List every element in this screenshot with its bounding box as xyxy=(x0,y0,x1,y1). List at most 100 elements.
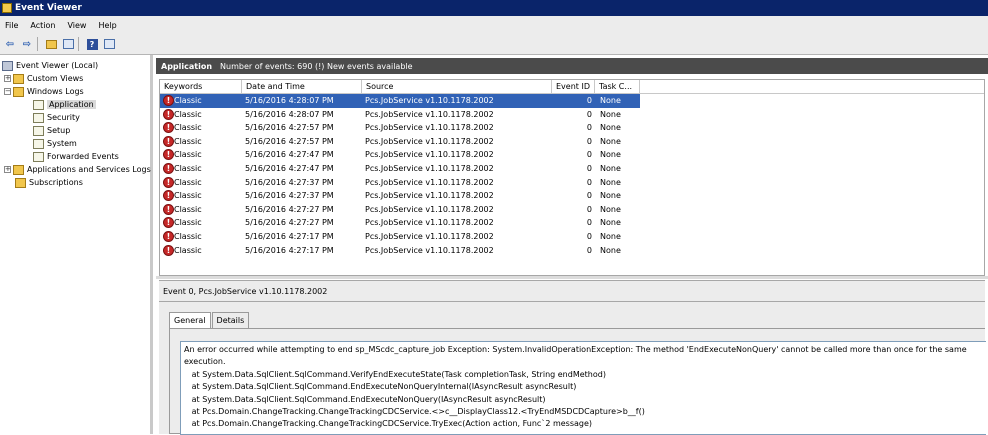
cell-event-id: 0 xyxy=(586,191,592,201)
menu-file[interactable]: File xyxy=(0,21,25,30)
up-folder-button[interactable] xyxy=(44,37,58,51)
cell-date: 5/16/2016 4:27:47 PM xyxy=(245,164,334,173)
forward-button[interactable]: ⇨ xyxy=(20,37,34,51)
table-row[interactable]: ! Classic 5/16/2016 4:27:27 PM Pcs.JobServi… xyxy=(160,203,984,217)
tree-item-root[interactable]: Event Viewer (Local) xyxy=(2,59,98,72)
table-row[interactable]: ! Classic 5/16/2016 4:27:37 PM Pcs.JobServi… xyxy=(160,189,984,203)
cell-source: Pcs.JobService v1.10.1178.2002 xyxy=(365,177,494,187)
cell-task-category: None xyxy=(600,232,621,241)
back-button[interactable]: ⇦ xyxy=(3,37,17,51)
cell-keywords: Classic xyxy=(174,204,202,214)
cell-source: Pcs.JobService v1.10.1178.2002 xyxy=(365,150,494,160)
tree-item-label: Event Viewer (Local) xyxy=(16,61,99,70)
column-header-date[interactable]: Date and Time xyxy=(242,80,362,93)
cell-task-category: None xyxy=(600,136,621,146)
collapse-icon[interactable]: − xyxy=(4,88,11,95)
forward-icon: ⇨ xyxy=(22,38,32,50)
cell-event-id: 0 xyxy=(586,96,592,105)
cell-date: 5/16/2016 4:28:07 PM xyxy=(245,96,334,105)
column-header-event-id[interactable]: Event ID xyxy=(552,80,595,93)
table-row[interactable]: ! Classic 5/16/2016 4:27:47 PM Pcs.JobServi… xyxy=(160,148,984,162)
cell-source: Pcs.JobService v1.10.1178.2002 xyxy=(365,123,494,133)
table-row[interactable]: ! Classic 5/16/2016 4:27:17 PM Pcs.JobServi… xyxy=(160,230,984,244)
column-header-task-category[interactable]: Task C... xyxy=(595,80,640,93)
cell-task-category: None xyxy=(600,177,621,187)
column-header-source[interactable]: Source xyxy=(362,80,552,93)
window-title: Event Viewer xyxy=(15,3,82,13)
cell-event-id: 0 xyxy=(586,204,592,214)
menu-view[interactable]: View xyxy=(62,21,93,30)
tab-details[interactable]: Details xyxy=(211,312,250,328)
error-icon: ! xyxy=(163,149,174,161)
cell-source: Pcs.JobService v1.10.1178.2002 xyxy=(365,245,494,255)
column-header-keywords[interactable]: Keywords xyxy=(160,80,242,93)
properties-button[interactable] xyxy=(61,37,75,51)
cell-date: 5/16/2016 4:27:37 PM xyxy=(245,177,334,187)
cell-source: Pcs.JobService v1.10.1178.2002 xyxy=(365,164,494,173)
menu-action[interactable]: Action xyxy=(25,21,62,30)
tab-general[interactable]: General xyxy=(169,312,211,329)
tree-item-application[interactable]: Application xyxy=(33,98,96,111)
cell-date: 5/16/2016 4:27:57 PM xyxy=(245,136,334,146)
cell-source: Pcs.JobService v1.10.1178.2002 xyxy=(365,109,494,119)
tree-item-setup[interactable]: Setup xyxy=(33,124,70,137)
cell-task-category: None xyxy=(600,191,621,201)
cell-event-id: 0 xyxy=(586,136,592,146)
tree-item-windows-logs[interactable]: − Windows Logs xyxy=(4,85,84,98)
log-summary[interactable]: Number of events: 690 (!) New events ava… xyxy=(220,62,413,71)
cell-keywords: Classic xyxy=(174,96,202,105)
cell-keywords: Classic xyxy=(174,109,202,119)
menu-help[interactable]: Help xyxy=(93,21,123,30)
table-row[interactable]: ! Classic 5/16/2016 4:27:57 PM Pcs.JobServi… xyxy=(160,135,984,149)
splitter[interactable] xyxy=(156,276,988,279)
log-header: Application Number of events: 690 (!) Ne… xyxy=(156,58,988,74)
help-button[interactable]: ? xyxy=(85,37,99,51)
cell-event-id: 0 xyxy=(586,109,592,119)
tree-item-subscriptions[interactable]: Subscriptions xyxy=(15,176,83,189)
tree-item-label: Forwarded Events xyxy=(47,152,119,161)
expand-icon[interactable]: + xyxy=(4,166,11,173)
cell-keywords: Classic xyxy=(174,177,202,187)
cell-keywords: Classic xyxy=(174,218,202,228)
tree-item-label: Application xyxy=(47,100,96,109)
cell-source: Pcs.JobService v1.10.1178.2002 xyxy=(365,191,494,201)
tree-item-system[interactable]: System xyxy=(33,137,77,150)
expand-icon[interactable]: + xyxy=(4,75,11,82)
title-bar: Event Viewer xyxy=(0,0,988,16)
table-row[interactable]: ! Classic 5/16/2016 4:27:27 PM Pcs.JobServi… xyxy=(160,216,984,230)
cell-keywords: Classic xyxy=(174,191,202,201)
event-message[interactable]: An error occurred while attempting to en… xyxy=(180,341,986,435)
up-folder-icon xyxy=(45,39,57,49)
detail-title: Event 0, Pcs.JobService v1.10.1178.2002 xyxy=(159,280,985,302)
table-row[interactable]: ! Classic 5/16/2016 4:28:07 PM Pcs.JobServi… xyxy=(160,94,984,108)
menu-bar: File Action View Help xyxy=(0,16,988,35)
table-row[interactable]: ! Classic 5/16/2016 4:27:37 PM Pcs.JobServi… xyxy=(160,176,984,190)
cell-task-category: None xyxy=(600,245,621,255)
table-row[interactable]: ! Classic 5/16/2016 4:27:47 PM Pcs.JobServi… xyxy=(160,162,984,176)
table-row[interactable]: ! Classic 5/16/2016 4:27:57 PM Pcs.JobServi… xyxy=(160,121,984,135)
event-list[interactable]: Keywords Date and Time Source Event ID T… xyxy=(159,79,985,276)
tree-item-forwarded-events[interactable]: Forwarded Events xyxy=(33,150,119,163)
tree-item-security[interactable]: Security xyxy=(33,111,80,124)
error-icon: ! xyxy=(163,231,174,242)
table-row[interactable]: ! Classic 5/16/2016 4:28:07 PM Pcs.JobServi… xyxy=(160,108,984,122)
tree-item-label: Security xyxy=(47,113,80,122)
event-viewer-icon xyxy=(2,60,13,71)
cell-event-id: 0 xyxy=(586,245,592,255)
error-icon: ! xyxy=(163,217,174,229)
cell-event-id: 0 xyxy=(586,150,592,160)
detail-tabs: General Details xyxy=(169,312,250,329)
toolbar-separator xyxy=(37,37,38,51)
cell-event-id: 0 xyxy=(586,164,592,173)
console-tree-button[interactable] xyxy=(102,37,116,51)
tree-item-custom-views[interactable]: + Custom Views xyxy=(4,72,83,85)
cell-task-category: None xyxy=(600,96,621,105)
tree-item-apps-services-logs[interactable]: + Applications and Services Logs xyxy=(4,163,151,176)
cell-event-id: 0 xyxy=(586,123,592,133)
cell-date: 5/16/2016 4:27:57 PM xyxy=(245,123,334,133)
tree-item-label: Applications and Services Logs xyxy=(27,165,151,174)
table-row[interactable]: ! Classic 5/16/2016 4:27:17 PM Pcs.JobServi… xyxy=(160,244,984,258)
error-icon: ! xyxy=(163,203,174,215)
cell-date: 5/16/2016 4:28:07 PM xyxy=(245,109,334,119)
console-tree: Event Viewer (Local) + Custom Views − Wi… xyxy=(0,55,153,434)
